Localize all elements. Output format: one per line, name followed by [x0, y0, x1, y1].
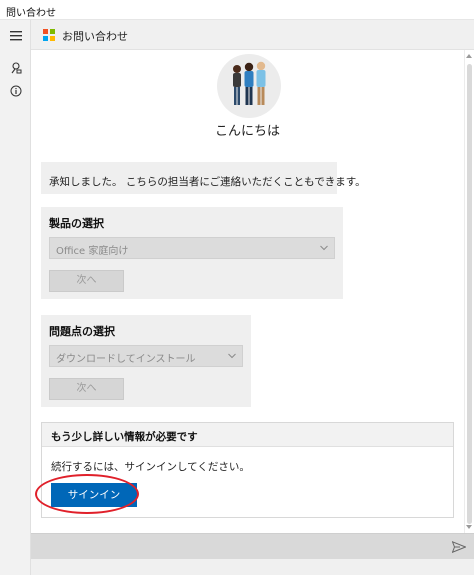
window-title: 問い合わせ: [6, 8, 56, 19]
message-input[interactable]: [31, 533, 474, 559]
product-card-title: 製品の選択: [49, 217, 104, 230]
app-title: お問い合わせ: [62, 30, 128, 43]
content-scrollbar[interactable]: [464, 50, 474, 533]
scroll-up-icon[interactable]: [465, 52, 473, 60]
left-rail: [0, 20, 31, 575]
logo-square-green: [50, 29, 55, 34]
window-titlebar: 問い合わせ: [0, 0, 474, 20]
scroll-thumb[interactable]: [467, 64, 472, 524]
bot-message-text: 承知しました。 こちらの担当者にご連絡いただくこともできます。: [49, 176, 366, 188]
window-footer: [31, 559, 474, 575]
send-icon[interactable]: [452, 541, 466, 553]
logo-square-yellow: [50, 36, 55, 41]
product-next-button[interactable]: 次へ: [49, 270, 124, 292]
hamburger-menu-icon[interactable]: [6, 26, 26, 46]
bot-message-bubble: 承知しました。 こちらの担当者にご連絡いただくこともできます。: [41, 162, 366, 194]
greeting-text: こんにちは: [214, 124, 280, 139]
issue-card-title: 問題点の選択: [49, 325, 115, 338]
logo-square-blue: [43, 36, 48, 41]
product-dropdown[interactable]: Office 家庭向け: [49, 237, 335, 259]
logo-square-red: [43, 29, 48, 34]
signin-card-title: もう少し詳しい情報が必要です: [51, 431, 198, 443]
microsoft-logo: [43, 29, 55, 41]
product-select-card: 製品の選択 Office 家庭向け 次へ: [41, 207, 343, 299]
chat-content: こんにちは 承知しました。 こちらの担当者にご連絡いただくこともできます。 製品…: [31, 50, 474, 533]
issue-dropdown-value: ダウンロードしてインストール: [56, 354, 196, 365]
signin-message: 続行するには、サインインしてください。: [51, 461, 250, 473]
highlight-annotation: [35, 474, 139, 514]
issue-select-card: 問題点の選択 ダウンロードしてインストール 次へ: [41, 315, 251, 407]
chevron-down-icon: [228, 353, 236, 359]
issue-dropdown[interactable]: ダウンロードしてインストール: [49, 345, 243, 367]
product-dropdown-value: Office 家庭向け: [56, 246, 129, 257]
people-illustration: [217, 54, 281, 118]
app-header: お問い合わせ: [31, 20, 474, 50]
scroll-down-icon[interactable]: [465, 523, 473, 531]
info-icon[interactable]: [6, 81, 26, 101]
feedback-icon[interactable]: [6, 58, 26, 78]
issue-next-button[interactable]: 次へ: [49, 378, 124, 400]
chevron-down-icon: [320, 245, 328, 251]
signin-card-header: もう少し詳しい情報が必要です: [42, 423, 453, 447]
